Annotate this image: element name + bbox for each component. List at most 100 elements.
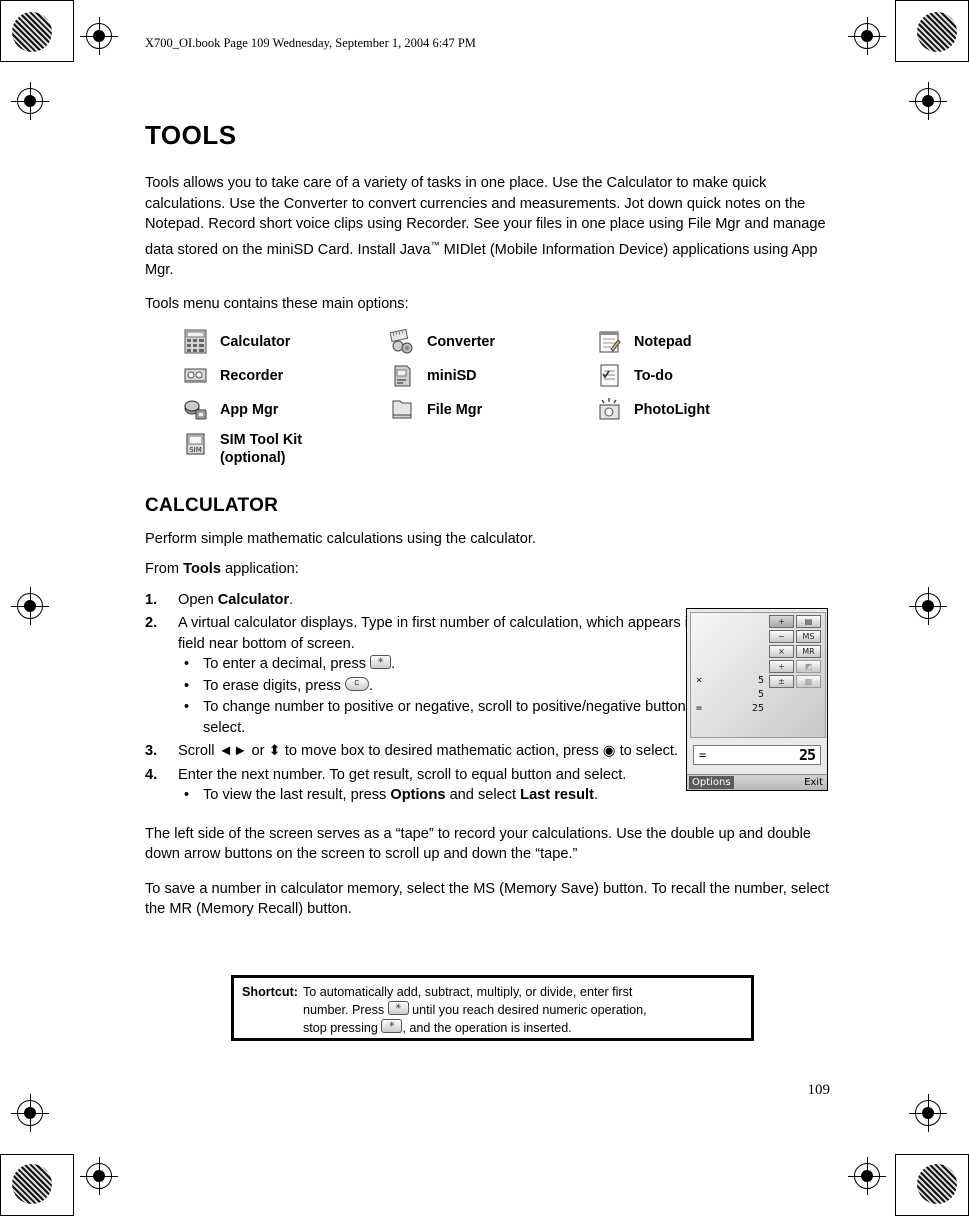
keypad-row-1: + ▤ <box>769 615 823 628</box>
shortcut-text-line1: To automatically add, subtract, multiply… <box>302 985 633 999</box>
tools-item-calculator[interactable]: Calculator <box>183 329 390 355</box>
tools-item-converter[interactable]: Converter <box>389 328 597 355</box>
trim-box-bottom-right <box>895 1154 969 1216</box>
shortcut-colon: : <box>293 985 298 999</box>
phone-screen: × 5 5 = 25 + ▤ − MS × MR ÷ ◩ ± ▩ <box>690 612 826 738</box>
from-suffix: application: <box>220 561 299 578</box>
key-plus[interactable]: + <box>769 615 794 628</box>
result-symbol: = <box>699 748 707 762</box>
tape-value-2: 25 <box>751 703 764 714</box>
key-tape-toggle[interactable]: ▤ <box>796 615 821 628</box>
key-memory-recall[interactable]: MR <box>796 645 821 658</box>
shortcut-line2-a: number. Press <box>302 1003 388 1017</box>
calculator-icon <box>183 329 211 355</box>
step1-prefix: Open <box>178 591 218 608</box>
shortcut-callout: Shortcut: To automatically add, subtract… <box>231 975 754 1041</box>
tools-item-recorder[interactable]: Recorder <box>183 363 390 389</box>
book-file-header: X700_OI.book Page 109 Wednesday, Septemb… <box>145 36 476 50</box>
shortcut-text-line3: stop pressing , and the operation is ins… <box>303 1019 743 1037</box>
bullet-sign: • To change number to positive or negativ… <box>178 697 728 738</box>
todo-icon <box>597 363 625 389</box>
keypad-row-4: ÷ ◩ <box>769 660 823 673</box>
tools-item-app-mgr[interactable]: App Mgr <box>183 397 390 423</box>
tools-item-sim-tool-kit[interactable]: SIM SIM Tool Kit (optional) <box>183 431 390 467</box>
crop-rule-top <box>0 61 74 62</box>
tools-item-notepad[interactable]: Notepad <box>597 329 804 355</box>
tape-value-1: 5 <box>757 689 764 700</box>
tape-op-2: = <box>696 703 703 714</box>
tools-item-label: Recorder <box>220 367 284 384</box>
bullet-mid: and select <box>445 787 521 804</box>
crop-rule-bottom-right <box>895 1154 969 1155</box>
shortcut-row-1: Shortcut: To automatically add, subtract… <box>242 984 743 1001</box>
softkey-exit[interactable]: Exit <box>804 776 823 789</box>
registration-mark-top-left <box>80 17 118 55</box>
calculator-result-field[interactable]: = 25 <box>693 745 821 765</box>
step-text: Scroll ◄► or ⬍ to move box to desired ma… <box>178 743 678 759</box>
bullet-text: To erase digits, press <box>203 677 345 694</box>
crop-rule-bottom <box>0 1154 74 1155</box>
tools-item-minisd[interactable]: miniSD <box>390 363 597 389</box>
tools-item-label: App Mgr <box>220 401 279 418</box>
calculator-section-title: CALCULATOR <box>145 494 279 516</box>
key-scroll-down[interactable]: ▩ <box>796 675 821 688</box>
tools-item-label: Calculator <box>220 333 291 350</box>
shortcut-label: Shortcut: <box>242 984 298 1001</box>
key-memory-save[interactable]: MS <box>796 630 821 643</box>
tools-item-label-line2: (optional) <box>220 449 286 466</box>
converter-icon <box>389 328 418 355</box>
key-divide[interactable]: ÷ <box>769 660 794 673</box>
filemgr-icon <box>390 397 418 423</box>
bullet-dot: • <box>184 699 190 716</box>
bullet-dot: • <box>184 656 190 673</box>
crop-rule-top-right <box>895 61 969 62</box>
bullet-suffix: . <box>593 787 599 804</box>
tools-item-label: Notepad <box>634 333 692 350</box>
step-number: 2. <box>145 615 158 632</box>
step-text: A virtual calculator displays. Type in f… <box>178 615 697 652</box>
bullet-dot: • <box>184 677 190 694</box>
tools-item-photolight[interactable]: PhotoLight <box>597 397 804 423</box>
bullet-bold-options: Options <box>390 787 446 804</box>
bullet-suffix: . <box>368 677 374 694</box>
key-plus-minus[interactable]: ± <box>769 675 794 688</box>
svg-text:SIM: SIM <box>189 446 202 454</box>
result-value: 25 <box>798 746 816 764</box>
calculator-tape: × 5 5 = 25 <box>691 613 769 737</box>
registration-mark-top-right <box>848 17 886 55</box>
shortcut-line2-b: until you reach desired numeric operatio… <box>408 1003 647 1017</box>
bullet-text: To change number to positive or negative… <box>203 699 715 736</box>
registration-mark-left-upper <box>11 82 49 120</box>
calculator-step-3: 3. Scroll ◄► or ⬍ to move box to desired… <box>145 741 703 762</box>
shortcut-line3-a: stop pressing <box>302 1021 382 1035</box>
calculator-keypad: + ▤ − MS × MR ÷ ◩ ± ▩ <box>769 615 823 690</box>
tools-icon-grid: Calculator Converter Notepad Recorder mi… <box>183 328 823 467</box>
step-number: 1. <box>145 591 158 608</box>
tools-item-label: Converter <box>427 333 495 350</box>
tools-icon-row-3: App Mgr File Mgr PhotoLight <box>183 397 823 423</box>
tools-item-file-mgr[interactable]: File Mgr <box>390 397 597 423</box>
star-key-icon <box>370 655 392 670</box>
step3-c: to move box to desired mathematic action… <box>280 743 603 760</box>
tools-item-label: miniSD <box>427 367 477 384</box>
up-down-arrow-icon: ⬍ <box>268 743 281 760</box>
key-scroll-up[interactable]: ◩ <box>796 660 821 673</box>
step3-a: Scroll <box>178 743 219 760</box>
shortcut-text-line2: number. Press until you reach desired nu… <box>303 1001 743 1019</box>
key-multiply[interactable]: × <box>769 645 794 658</box>
softkey-options[interactable]: Options <box>689 776 734 789</box>
key-minus[interactable]: − <box>769 630 794 643</box>
bullet-dot: • <box>184 787 190 804</box>
tools-intro-paragraph: Tools allows you to take care of a varie… <box>145 175 826 278</box>
tools-item-label: To-do <box>634 367 673 384</box>
keypad-row-2: − MS <box>769 630 823 643</box>
step-text: Open Calculator. <box>178 592 293 608</box>
keypad-row-5: ± ▩ <box>769 675 823 688</box>
trim-box-bottom-left <box>0 1154 74 1216</box>
registration-mark-left-middle <box>11 587 49 625</box>
keypad-row-3: × MR <box>769 645 823 658</box>
calculator-screenshot: × 5 5 = 25 + ▤ − MS × MR ÷ ◩ ± ▩ = 25 Op… <box>686 608 828 791</box>
from-prefix: From <box>145 561 184 578</box>
tools-item-todo[interactable]: To-do <box>597 363 804 389</box>
tools-icon-row-1: Calculator Converter Notepad <box>183 328 823 355</box>
